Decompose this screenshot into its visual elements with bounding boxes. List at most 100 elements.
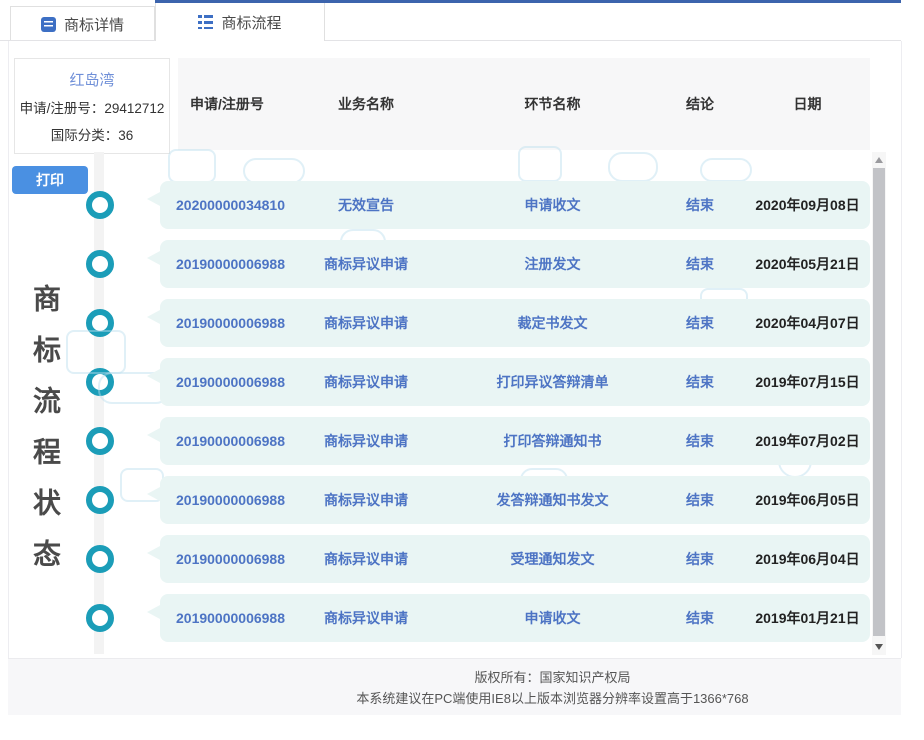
- cell-stage-name: 受理通知发文: [450, 549, 655, 569]
- header-stage-name: 环节名称: [450, 94, 655, 114]
- cell-app-no: 20190000006988: [160, 315, 282, 331]
- cell-business-name: 商标异议申请: [282, 431, 450, 451]
- print-button[interactable]: 打印: [12, 166, 88, 194]
- cell-conclusion: 结束: [655, 431, 745, 451]
- row-tail-pointer: [147, 605, 160, 619]
- tab-label: 商标流程: [221, 12, 281, 33]
- row-tail-pointer: [147, 310, 160, 324]
- timeline-ring: [86, 545, 114, 573]
- tab-trademark-details[interactable]: 商标详情: [10, 6, 155, 41]
- header-date: 日期: [745, 94, 870, 114]
- scroll-up-icon[interactable]: [872, 152, 886, 168]
- cell-stage-name: 申请收文: [450, 608, 655, 628]
- list-icon: [198, 15, 213, 29]
- cell-date: 2019年06月04日: [745, 549, 870, 569]
- footer-text: 版权所有：国家知识产权局 本系统建议在PC端使用IE8以上版本浏览器分辨率设置高…: [204, 667, 901, 709]
- process-row[interactable]: 20190000006988 商标异议申请 打印异议答辩清单 结束 2019年0…: [160, 358, 870, 406]
- cell-business-name: 商标异议申请: [282, 313, 450, 333]
- cell-date: 2019年07月02日: [745, 431, 870, 451]
- cell-business-name: 商标异议申请: [282, 549, 450, 569]
- cell-business-name: 商标异议申请: [282, 608, 450, 628]
- cell-stage-name: 发答辩通知书发文: [450, 490, 655, 510]
- cell-date: 2020年04月07日: [745, 313, 870, 333]
- cell-app-no: 20190000006988: [160, 256, 282, 272]
- cell-app-no: 20190000006988: [160, 433, 282, 449]
- cell-conclusion: 结束: [655, 372, 745, 392]
- trademark-name: 红岛湾: [69, 69, 114, 90]
- cell-stage-name: 申请收文: [450, 195, 655, 215]
- row-tail-pointer: [147, 192, 160, 206]
- page-footer: 版权所有：国家知识产权局 本系统建议在PC端使用IE8以上版本浏览器分辨率设置高…: [8, 658, 901, 715]
- trademark-process-page: 商标详情 商标流程 红岛湾 申请/注册号：29412712 国际分类：36 申请…: [0, 0, 924, 740]
- vertical-section-title: 商标流程状态: [31, 284, 59, 590]
- process-row[interactable]: 20190000006988 商标异议申请 受理通知发文 结束 2019年06月…: [160, 535, 870, 583]
- registration-number-line: 申请/注册号：29412712: [20, 97, 165, 117]
- cell-conclusion: 结束: [655, 254, 745, 274]
- cell-conclusion: 结束: [655, 608, 745, 628]
- watermark-icon: [518, 146, 562, 182]
- cell-conclusion: 结束: [655, 490, 745, 510]
- row-tail-pointer: [147, 251, 160, 265]
- cell-date: 2019年06月05日: [745, 490, 870, 510]
- tab-trademark-process[interactable]: 商标流程: [155, 3, 325, 41]
- watermark-icon: [608, 152, 658, 182]
- cell-date: 2019年01月21日: [745, 608, 870, 628]
- cell-stage-name: 注册发文: [450, 254, 655, 274]
- timeline-ring: [86, 191, 114, 219]
- row-tail-pointer: [147, 369, 160, 383]
- cell-app-no: 20200000034810: [160, 197, 282, 213]
- watermark-icon: [700, 158, 752, 182]
- process-row[interactable]: 20190000006988 商标异议申请 打印答辩通知书 结束 2019年07…: [160, 417, 870, 465]
- container-border-left: [8, 41, 9, 658]
- tabbar-divider-left: [0, 40, 155, 41]
- timeline-ring: [86, 250, 114, 278]
- cell-conclusion: 结束: [655, 549, 745, 569]
- cell-business-name: 商标异议申请: [282, 490, 450, 510]
- header-business-name: 业务名称: [282, 94, 450, 114]
- cell-business-name: 商标异议申请: [282, 254, 450, 274]
- process-row-list: 20200000034810 无效宣告 申请收文 结束 2020年09月08日 …: [160, 181, 870, 642]
- cell-date: 2020年09月08日: [745, 195, 870, 215]
- cell-stage-name: 裁定书发文: [450, 313, 655, 333]
- international-class-line: 国际分类：36: [51, 124, 134, 144]
- cell-conclusion: 结束: [655, 195, 745, 215]
- vertical-scrollbar[interactable]: [872, 152, 886, 655]
- header-conclusion: 结论: [655, 94, 745, 114]
- process-row[interactable]: 20190000006988 商标异议申请 申请收文 结束 2019年01月21…: [160, 594, 870, 642]
- cell-app-no: 20190000006988: [160, 610, 282, 626]
- cell-app-no: 20190000006988: [160, 492, 282, 508]
- cell-app-no: 20190000006988: [160, 551, 282, 567]
- tab-label: 商标详情: [64, 14, 124, 35]
- row-tail-pointer: [147, 546, 160, 560]
- table-header-row: 申请/注册号 业务名称 环节名称 结论 日期: [160, 58, 870, 150]
- process-row[interactable]: 20200000034810 无效宣告 申请收文 结束 2020年09月08日: [160, 181, 870, 229]
- cell-stage-name: 打印异议答辩清单: [450, 372, 655, 392]
- timeline-ring: [86, 486, 114, 514]
- scrollbar-thumb[interactable]: [873, 168, 885, 636]
- copyright-line: 版权所有：国家知识产权局: [204, 667, 901, 688]
- browser-recommendation-line: 本系统建议在PC端使用IE8以上版本浏览器分辨率设置高于1366*768: [204, 688, 901, 709]
- tabbar-divider-right: [325, 40, 901, 41]
- process-row[interactable]: 20190000006988 商标异议申请 注册发文 结束 2020年05月21…: [160, 240, 870, 288]
- trademark-info-panel: 红岛湾 申请/注册号：29412712 国际分类：36: [14, 58, 170, 154]
- cell-app-no: 20190000006988: [160, 374, 282, 390]
- cell-stage-name: 打印答辩通知书: [450, 431, 655, 451]
- row-tail-pointer: [147, 487, 160, 501]
- cell-business-name: 无效宣告: [282, 195, 450, 215]
- container-border-right: [901, 41, 902, 658]
- timeline-ring: [86, 604, 114, 632]
- document-icon: [41, 17, 56, 32]
- cell-conclusion: 结束: [655, 313, 745, 333]
- scroll-down-icon[interactable]: [872, 639, 886, 655]
- row-tail-pointer: [147, 428, 160, 442]
- header-app-no: 申请/注册号: [160, 94, 282, 114]
- cell-date: 2020年05月21日: [745, 254, 870, 274]
- watermark-icon: [66, 330, 126, 374]
- timeline-ring: [86, 427, 114, 455]
- process-row[interactable]: 20190000006988 商标异议申请 裁定书发文 结束 2020年04月0…: [160, 299, 870, 347]
- cell-date: 2019年07月15日: [745, 372, 870, 392]
- process-row[interactable]: 20190000006988 商标异议申请 发答辩通知书发文 结束 2019年0…: [160, 476, 870, 524]
- cell-business-name: 商标异议申请: [282, 372, 450, 392]
- watermark-icon: [168, 149, 216, 183]
- timeline-markers: [86, 191, 114, 632]
